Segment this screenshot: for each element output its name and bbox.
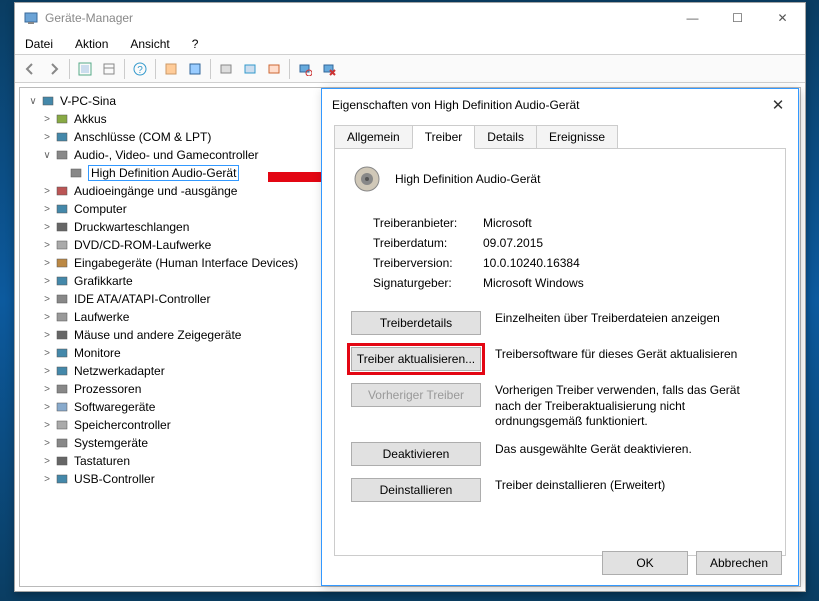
- port-icon: [54, 129, 70, 145]
- tb-icon-2[interactable]: [98, 58, 120, 80]
- speaker-icon: [68, 165, 84, 181]
- ide-icon: [54, 291, 70, 307]
- rollback-driver-button: Vorheriger Treiber: [351, 383, 481, 407]
- system-icon: [54, 435, 70, 451]
- app-icon: [23, 10, 39, 26]
- disable-desc: Das ausgewählte Gerät deaktivieren.: [495, 442, 769, 458]
- provider-value: Microsoft: [483, 216, 532, 230]
- driver-details-button[interactable]: Treiberdetails: [351, 311, 481, 335]
- toolbar: ?: [15, 55, 805, 83]
- tb-icon-help[interactable]: ?: [129, 58, 151, 80]
- tb-icon-1[interactable]: [74, 58, 96, 80]
- maximize-button[interactable]: ☐: [715, 3, 760, 33]
- date-label: Treiberdatum:: [373, 236, 483, 250]
- hid-icon: [54, 255, 70, 271]
- tab-strip: Allgemein Treiber Details Ereignisse: [322, 121, 798, 149]
- tb-icon-4[interactable]: [184, 58, 206, 80]
- driver-details-desc: Einzelheiten über Treiberdateien anzeige…: [495, 311, 769, 327]
- uninstall-button[interactable]: Deinstallieren: [351, 478, 481, 502]
- speaker-icon: [54, 147, 70, 163]
- drive-icon: [54, 309, 70, 325]
- mouse-icon: [54, 327, 70, 343]
- battery-icon: [54, 111, 70, 127]
- keyboard-icon: [54, 453, 70, 469]
- cancel-button[interactable]: Abbrechen: [696, 551, 782, 575]
- cpu-icon: [54, 381, 70, 397]
- storage-icon: [54, 417, 70, 433]
- display-icon: [54, 273, 70, 289]
- network-icon: [54, 363, 70, 379]
- dialog-titlebar: Eigenschaften von High Definition Audio-…: [322, 89, 798, 121]
- printer-icon: [54, 219, 70, 235]
- device-name: High Definition Audio-Gerät: [395, 172, 540, 186]
- tb-icon-7[interactable]: [263, 58, 285, 80]
- menu-action[interactable]: Aktion: [71, 35, 112, 53]
- speaker-icon: [351, 163, 383, 195]
- tab-driver[interactable]: Treiber: [412, 125, 476, 149]
- tb-scan-icon[interactable]: [294, 58, 316, 80]
- dialog-footer: OK Abbrechen: [602, 551, 782, 575]
- computer-icon: [54, 201, 70, 217]
- software-icon: [54, 399, 70, 415]
- provider-label: Treiberanbieter:: [373, 216, 483, 230]
- rollback-driver-desc: Vorherigen Treiber verwenden, falls das …: [495, 383, 769, 430]
- date-value: 09.07.2015: [483, 236, 543, 250]
- computer-icon: [40, 93, 56, 109]
- tab-details[interactable]: Details: [474, 125, 537, 149]
- usb-icon: [54, 471, 70, 487]
- monitor-icon: [54, 345, 70, 361]
- minimize-button[interactable]: —: [670, 3, 715, 33]
- close-button[interactable]: ✕: [760, 3, 805, 33]
- update-driver-desc: Treibersoftware für dieses Gerät aktuali…: [495, 347, 769, 363]
- tb-icon-5[interactable]: [215, 58, 237, 80]
- svg-text:?: ?: [137, 65, 143, 76]
- tab-general[interactable]: Allgemein: [334, 125, 413, 149]
- tb-icon-6[interactable]: [239, 58, 261, 80]
- dialog-close-button[interactable]: ✕: [768, 96, 788, 114]
- tb-icon-3[interactable]: [160, 58, 182, 80]
- properties-dialog: Eigenschaften von High Definition Audio-…: [321, 88, 799, 586]
- ok-button[interactable]: OK: [602, 551, 688, 575]
- audio-io-icon: [54, 183, 70, 199]
- disable-button[interactable]: Deaktivieren: [351, 442, 481, 466]
- dialog-title: Eigenschaften von High Definition Audio-…: [332, 98, 768, 112]
- menubar: Datei Aktion Ansicht ?: [15, 33, 805, 55]
- menu-file[interactable]: Datei: [21, 35, 57, 53]
- signer-value: Microsoft Windows: [483, 276, 584, 290]
- tab-events[interactable]: Ereignisse: [536, 125, 618, 149]
- version-value: 10.0.10240.16384: [483, 256, 580, 270]
- signer-label: Signaturgeber:: [373, 276, 483, 290]
- tab-body: High Definition Audio-Gerät Treiberanbie…: [334, 148, 786, 556]
- menu-help[interactable]: ?: [188, 35, 203, 53]
- update-driver-button[interactable]: Treiber aktualisieren...: [351, 347, 481, 371]
- back-button[interactable]: [19, 58, 41, 80]
- uninstall-desc: Treiber deinstallieren (Erweitert): [495, 478, 769, 494]
- disc-icon: [54, 237, 70, 253]
- version-label: Treiberversion:: [373, 256, 483, 270]
- titlebar: Geräte-Manager — ☐ ✕: [15, 3, 805, 33]
- tb-remove-icon[interactable]: [318, 58, 340, 80]
- forward-button[interactable]: [43, 58, 65, 80]
- window-title: Geräte-Manager: [45, 11, 670, 25]
- driver-info: Treiberanbieter:Microsoft Treiberdatum:0…: [373, 213, 769, 293]
- menu-view[interactable]: Ansicht: [126, 35, 173, 53]
